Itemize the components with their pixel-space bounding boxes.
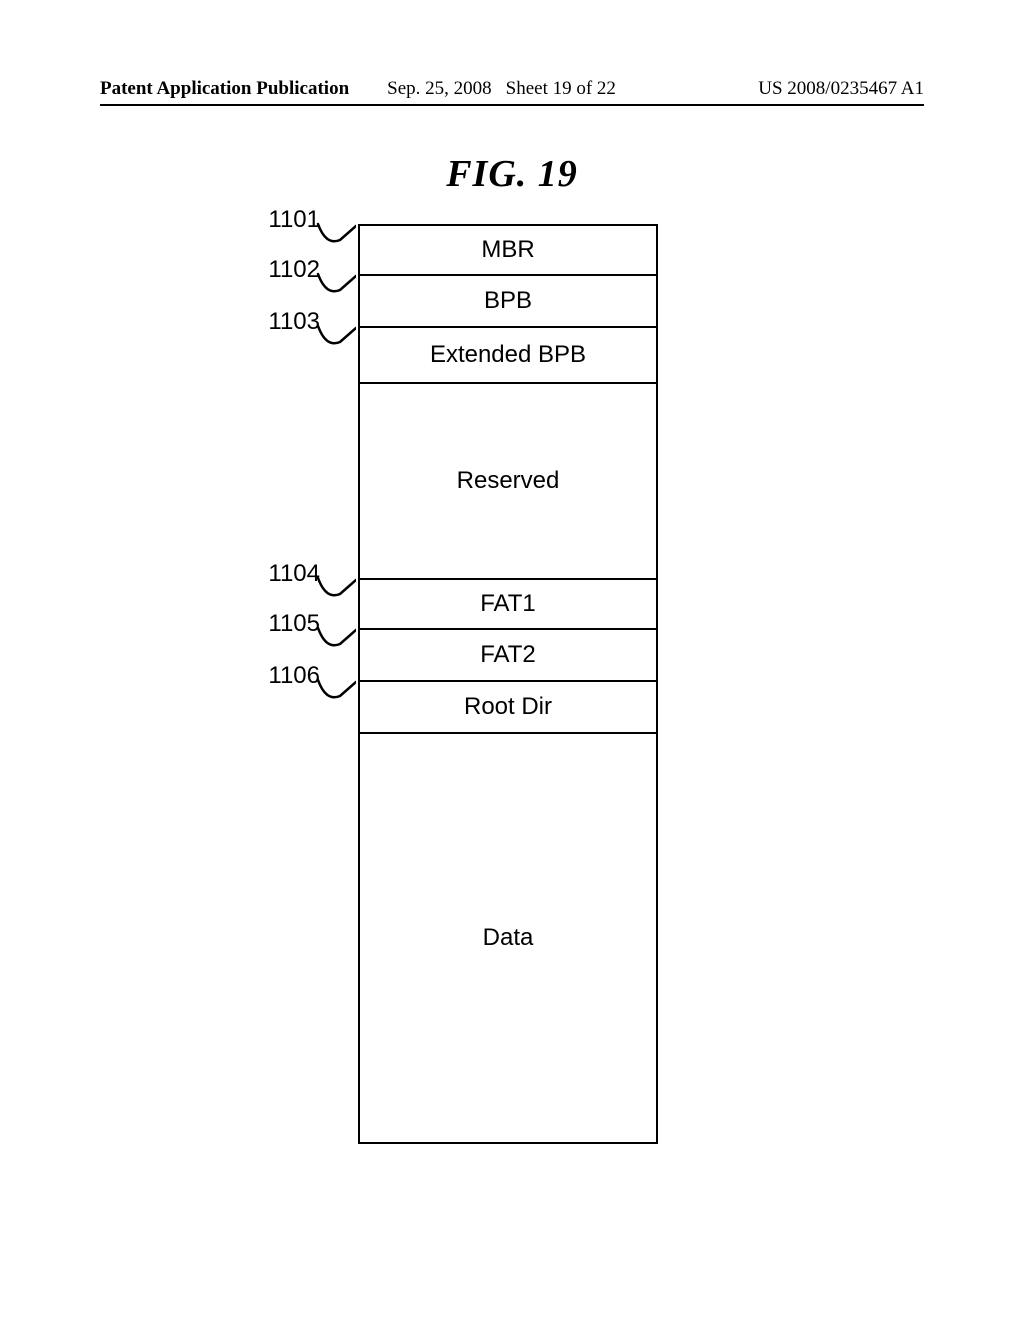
- leader-line: [316, 324, 356, 352]
- leader-line: [316, 678, 356, 706]
- publication-date: Sep. 25, 2008: [387, 78, 492, 100]
- reference-number: 1101: [260, 206, 320, 234]
- layout-row-label: BPB: [484, 287, 532, 315]
- layout-row-label: FAT2: [480, 641, 536, 669]
- header-rule: [100, 104, 924, 106]
- layout-row: MBR: [358, 224, 658, 274]
- leader-line: [316, 222, 356, 250]
- reference-number: 1105: [260, 610, 320, 638]
- memory-layout-diagram: MBR BPB Extended BPB Reserved FAT1 FAT2 Root D…: [358, 224, 658, 1144]
- publication-label: Patent Application Publication: [100, 78, 349, 100]
- publication-number: US 2008/0235467 A1: [758, 78, 924, 100]
- reference-number: 1106: [260, 662, 320, 690]
- layout-row-label: Reserved: [457, 467, 560, 495]
- layout-row-label: MBR: [481, 236, 534, 264]
- leader-line: [316, 576, 356, 604]
- layout-row-label: Root Dir: [464, 693, 552, 721]
- layout-row: Root Dir: [358, 680, 658, 732]
- figure-title: FIG. 19: [0, 152, 1024, 196]
- reference-number: 1103: [260, 308, 320, 336]
- layout-row-label: FAT1: [480, 590, 536, 618]
- layout-row-label: Data: [483, 924, 534, 952]
- leader-line: [316, 272, 356, 300]
- reference-number: 1102: [260, 256, 320, 284]
- layout-row: BPB: [358, 274, 658, 326]
- reference-number: 1104: [260, 560, 320, 588]
- layout-row: Extended BPB: [358, 326, 658, 382]
- layout-row-label: Extended BPB: [430, 341, 586, 369]
- layout-row: Reserved: [358, 382, 658, 578]
- leader-line: [316, 626, 356, 654]
- page-header: Patent Application Publication Sep. 25, …: [100, 78, 924, 100]
- layout-row: Data: [358, 732, 658, 1144]
- layout-row: FAT1: [358, 578, 658, 628]
- sheet-number: Sheet 19 of 22: [506, 78, 616, 100]
- layout-row: FAT2: [358, 628, 658, 680]
